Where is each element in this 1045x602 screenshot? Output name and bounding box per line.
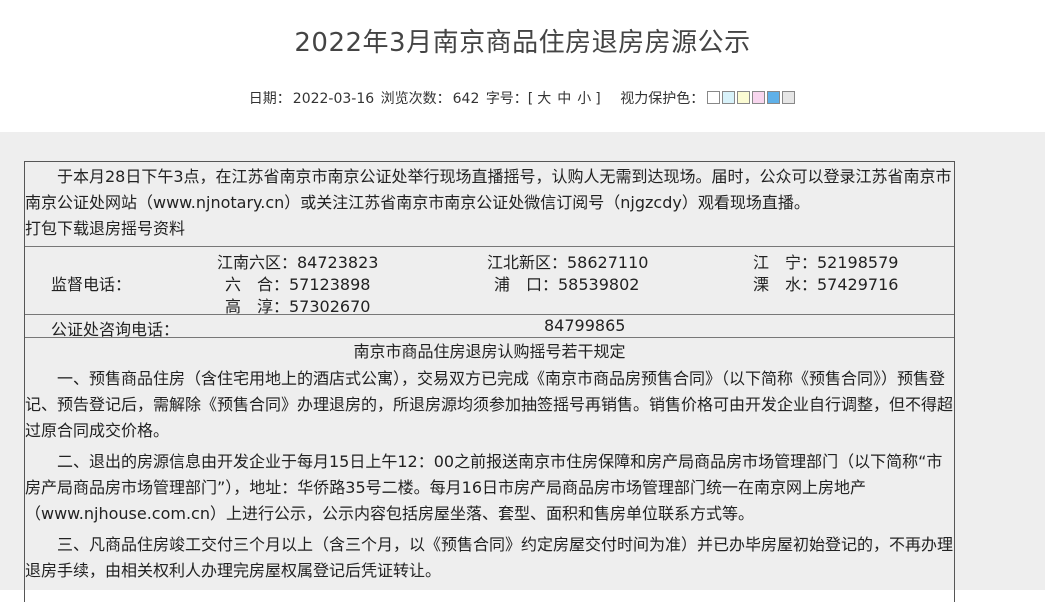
page-title: 2022年3月南京商品住房退房房源公示 — [294, 28, 751, 58]
intro-text: 于本月28日下午3点，在江苏省南京市南京公证处举行现场直播摇号，认购人无需到达现… — [25, 167, 952, 212]
phone-entry: 江北新区：58627110 — [487, 253, 649, 272]
phone-entry: 六 合：57123898 — [225, 275, 371, 294]
eye-care-label: 视力保护色： — [620, 91, 705, 107]
consult-number: 84799865 — [544, 316, 626, 335]
rule-item: 一、预售商品住房（含住宅用地上的酒店式公寓），交易双方已完成《南京市商品房预售合… — [25, 369, 954, 440]
supervision-phones: 监督电话： 江南六区：84723823 江北新区：58627110 江 宁：52… — [25, 247, 954, 316]
font-size-close: ] — [595, 91, 601, 107]
views-value: 642 — [452, 91, 480, 107]
phones-label: 监督电话： — [51, 275, 132, 294]
eye-care-color-swatch[interactable] — [767, 91, 781, 104]
eye-care-color-swatch[interactable] — [752, 91, 766, 104]
phone-entry: 江 宁：52198579 — [753, 253, 899, 272]
phone-entry: 高 淳：57302670 — [225, 297, 371, 316]
eye-care-color-swatch[interactable] — [707, 91, 721, 104]
consult-label: 公证处咨询电话： — [51, 320, 180, 339]
download-link[interactable]: 打包下载退房摇号资料 — [25, 219, 185, 238]
article-body: 于本月28日下午3点，在江苏省南京市南京公证处举行现场直播摇号，认购人无需到达现… — [0, 132, 1045, 602]
eye-care-color-swatch[interactable] — [782, 91, 796, 104]
rule-item: 三、凡商品住房竣工交付三个月以上（含三个月，以《预售合同》约定房屋交付时间为准）… — [25, 535, 954, 580]
phone-entry: 溧 水：57429716 — [753, 275, 899, 294]
eye-care-color-swatch[interactable] — [737, 91, 751, 104]
font-large-link[interactable]: 大 — [537, 91, 551, 107]
date-label: 日期： — [248, 91, 291, 107]
article-meta: 日期： 2022-03-16 浏览次数： 642 字号：[大中小] 视力保护色： — [0, 88, 1045, 108]
font-small-link[interactable]: 小 — [577, 91, 591, 107]
phone-entry: 江南六区：84723823 — [217, 253, 379, 272]
font-medium-link[interactable]: 中 — [557, 91, 571, 107]
font-size-label: 字号：[ — [485, 91, 534, 107]
date-value: 2022-03-16 — [292, 91, 375, 107]
views-label: 浏览次数： — [380, 91, 451, 107]
eye-care-color-swatch[interactable] — [722, 91, 736, 104]
notary-consult-phone: 公证处咨询电话： 84799865 — [25, 315, 954, 339]
intro-section: 于本月28日下午3点，在江苏省南京市南京公证处举行现场直播摇号，认购人无需到达现… — [25, 162, 954, 247]
announcement-table: 于本月28日下午3点，在江苏省南京市南京公证处举行现场直播摇号，认购人无需到达现… — [24, 161, 955, 602]
eye-care-swatches — [706, 91, 796, 107]
rule-item: 二、退出的房源信息由开发企业于每月15日上午12：00之前报送南京市住房保障和房… — [25, 452, 943, 523]
rules-title: 南京市商品住房退房认购摇号若干规定 — [353, 342, 626, 361]
phone-entry: 浦 口：58539802 — [494, 275, 640, 294]
page-header: 2022年3月南京商品住房退房房源公示 日期： 2022-03-16 浏览次数： 6… — [0, 0, 1045, 132]
